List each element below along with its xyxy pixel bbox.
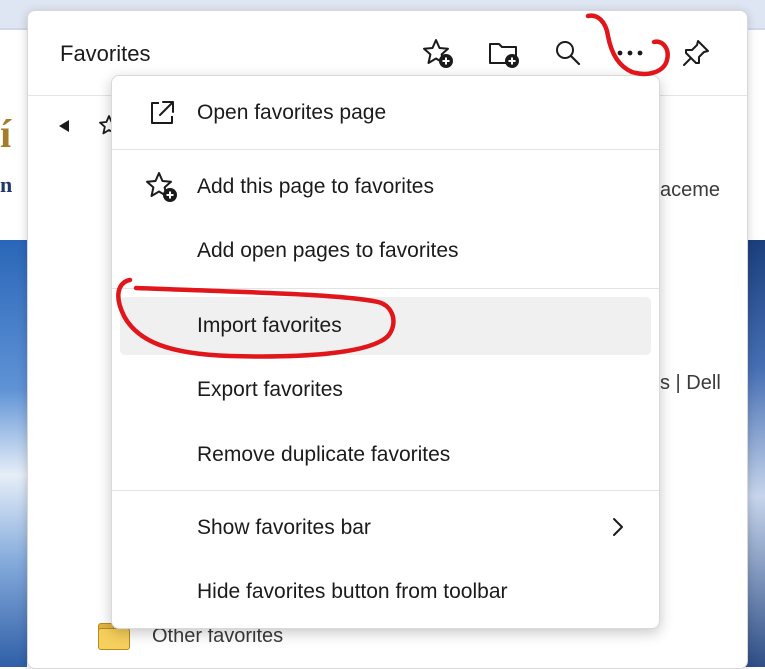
- menu-item-add-this-page[interactable]: Add this page to favorites: [120, 158, 651, 216]
- search-icon: [556, 41, 581, 66]
- menu-item-label: Add this page to favorites: [197, 175, 434, 198]
- menu-item-export-favorites[interactable]: Export favorites: [120, 361, 651, 419]
- menu-separator: [112, 288, 659, 289]
- more-icon: [617, 50, 643, 56]
- menu-item-label: Add open pages to favorites: [197, 239, 459, 262]
- menu-item-show-favorites-bar[interactable]: Show favorites bar: [120, 499, 651, 557]
- favorite-item-fragment[interactable]: s | Dell: [660, 372, 721, 395]
- menu-item-import-favorites[interactable]: Import favorites: [120, 297, 651, 355]
- favorites-title: Favorites: [60, 41, 151, 66]
- star-add-icon: [146, 172, 177, 202]
- menu-item-remove-duplicates[interactable]: Remove duplicate favorites: [120, 426, 651, 484]
- favorites-more-menu: Open favorites page Add this page to fav…: [111, 75, 660, 629]
- page-logo-text-fragment: n: [0, 172, 13, 197]
- menu-item-hide-favorites-button[interactable]: Hide favorites button from toolbar: [120, 563, 651, 621]
- page-logo-fragment: í: [0, 111, 12, 156]
- star-add-icon: [423, 39, 453, 68]
- folder-add-icon: [489, 43, 519, 68]
- page-image-left: [0, 240, 27, 667]
- menu-item-add-open-pages[interactable]: Add open pages to favorites: [120, 222, 651, 280]
- pin-icon: [683, 40, 709, 66]
- menu-item-label: Show favorites bar: [197, 516, 371, 539]
- favorites-bar-item-fragment[interactable]: aceme: [660, 179, 720, 202]
- menu-item-label: Open favorites page: [197, 101, 387, 124]
- chevron-right-icon: [613, 518, 623, 536]
- menu-separator: [112, 149, 659, 150]
- menu-item-label: Remove duplicate favorites: [197, 443, 451, 466]
- menu-item-label: Export favorites: [197, 378, 343, 401]
- menu-item-label: Hide favorites button from toolbar: [197, 580, 508, 603]
- external-link-icon: [151, 101, 174, 124]
- add-favorite-button[interactable]: [418, 33, 458, 73]
- pin-favorites-button[interactable]: [676, 33, 716, 73]
- menu-item-open-favorites-page[interactable]: Open favorites page: [120, 84, 651, 142]
- menu-separator: [112, 490, 659, 491]
- more-options-button[interactable]: [610, 33, 650, 73]
- collapse-arrow-icon[interactable]: [59, 120, 69, 132]
- menu-item-label: Import favorites: [197, 314, 342, 337]
- add-folder-button[interactable]: [484, 33, 524, 73]
- search-favorites-button[interactable]: [548, 33, 588, 73]
